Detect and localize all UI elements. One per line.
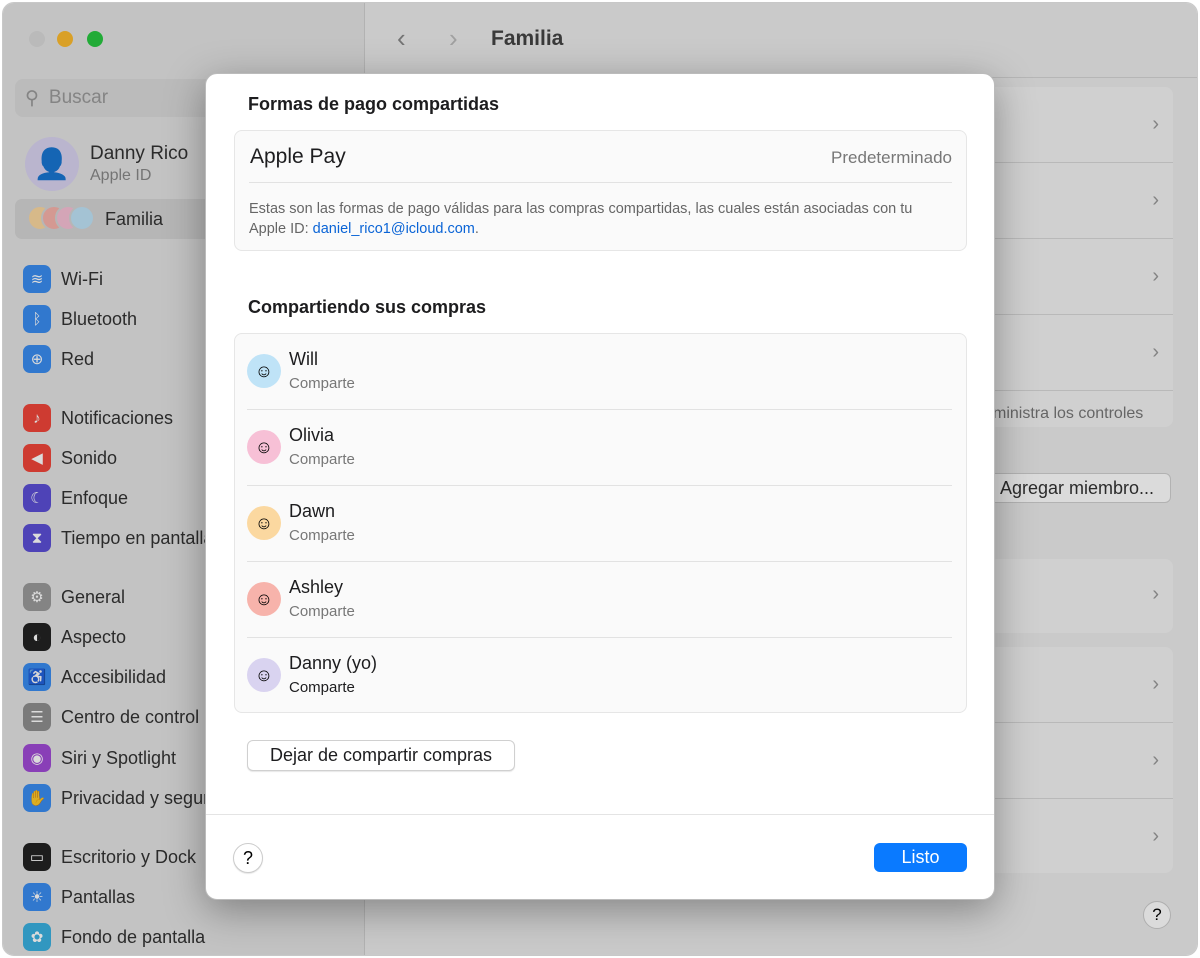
member-name: Ashley xyxy=(289,577,344,597)
stop-sharing-button[interactable]: Dejar de compartir compras xyxy=(247,740,515,771)
member-row: ☺ Dawn Comparte xyxy=(247,486,952,562)
done-button[interactable]: Listo xyxy=(874,843,967,872)
member-status: Comparte xyxy=(289,375,355,392)
sharing-heading: Compartiendo sus compras xyxy=(248,297,487,317)
default-label: Predeterminado xyxy=(831,148,952,167)
help-button[interactable]: ? xyxy=(233,843,263,873)
sharing-purchases-sheet: Formas de pago compartidas Apple Pay Pre… xyxy=(205,73,995,900)
member-avatar: ☺ xyxy=(247,658,281,692)
member-name: Danny (yo) xyxy=(289,653,378,673)
member-name: Will xyxy=(289,349,318,369)
member-status: Comparte xyxy=(289,603,355,620)
member-row: ☺ Will Comparte xyxy=(247,334,952,410)
member-status: Comparte xyxy=(289,527,355,544)
member-row: ☺ Ashley Comparte xyxy=(247,562,952,638)
member-avatar: ☺ xyxy=(247,354,281,388)
payment-methods-heading: Formas de pago compartidas xyxy=(248,94,500,114)
member-avatar: ☺ xyxy=(247,430,281,464)
member-status: Comparte xyxy=(289,451,355,468)
member-avatar: ☺ xyxy=(247,582,281,616)
payment-description: Estas son las formas de pago válidas par… xyxy=(249,201,913,237)
payment-methods-box: Apple Pay Predeterminado Estas son las f… xyxy=(234,130,967,251)
member-row: ☺ Danny (yo) Comparte xyxy=(247,638,952,714)
apple-pay-label: Apple Pay xyxy=(250,145,346,168)
members-list: ☺ Will Comparte ☺ Olivia Comparte ☺ Dawn Compart… xyxy=(234,333,967,713)
member-avatar: ☺ xyxy=(247,506,281,540)
member-status: Comparte xyxy=(289,679,355,696)
member-name: Olivia xyxy=(289,425,335,445)
member-row: ☺ Olivia Comparte xyxy=(247,410,952,486)
email-link[interactable]: daniel_rico1@icloud.com xyxy=(313,221,475,237)
member-name: Dawn xyxy=(289,501,336,521)
